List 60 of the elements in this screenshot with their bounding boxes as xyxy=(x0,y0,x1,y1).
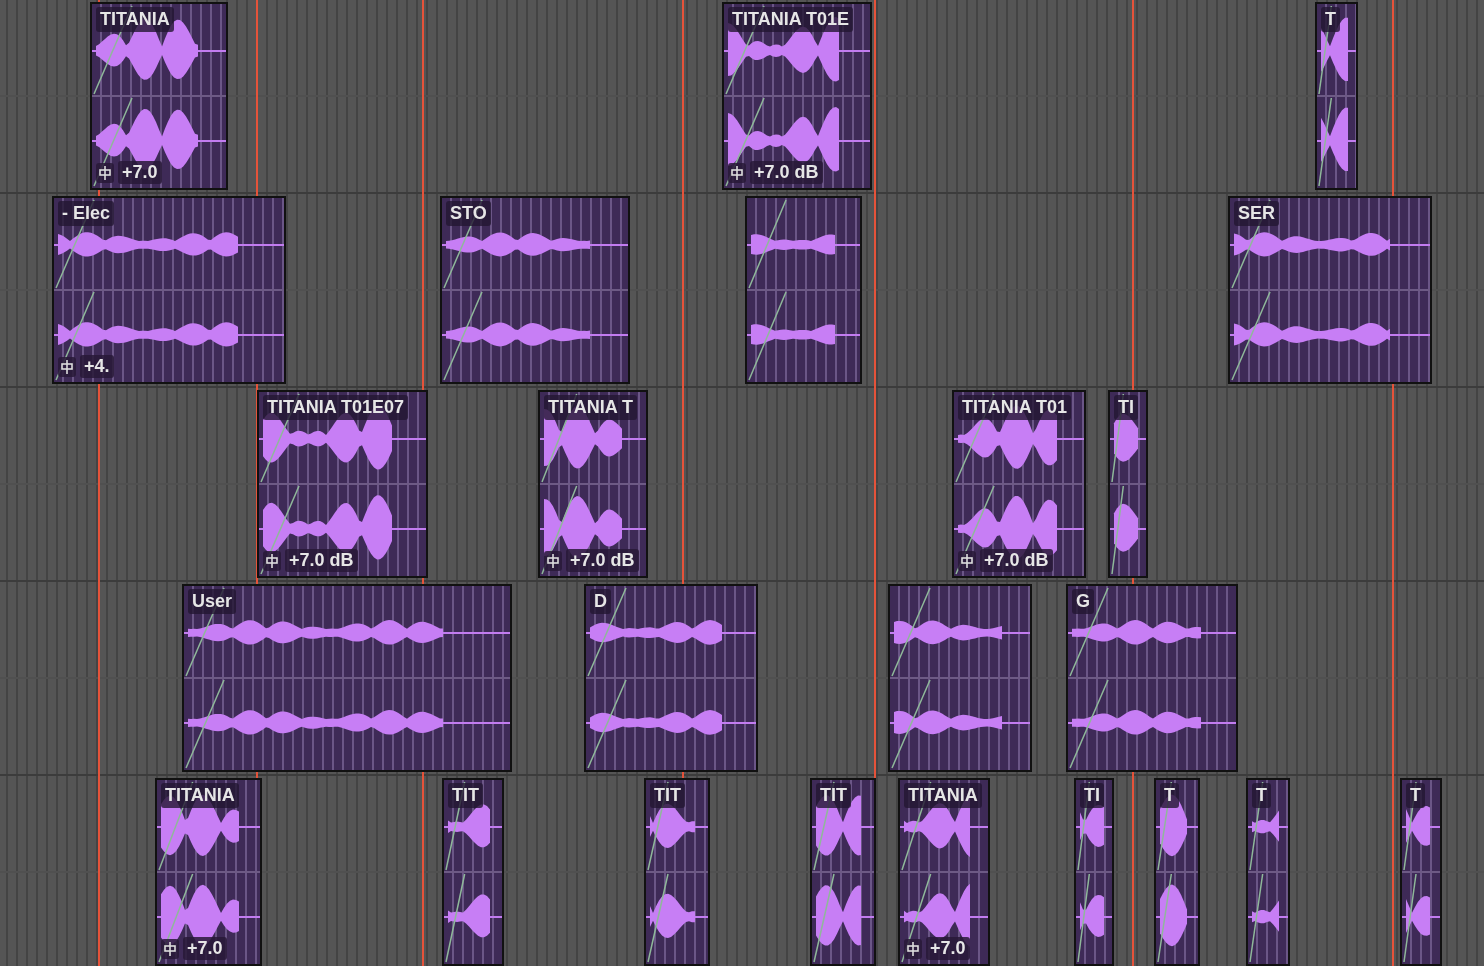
audio-clip[interactable]: T xyxy=(1154,778,1200,966)
audio-clip[interactable]: TITANIA +7.0 xyxy=(898,778,990,966)
audio-clip[interactable]: T xyxy=(1400,778,1442,966)
fader-icon xyxy=(263,550,281,571)
gain-label: +7.0 xyxy=(118,161,162,184)
clip-name: TITANIA xyxy=(904,783,982,808)
fader-icon xyxy=(161,938,179,959)
audio-clip[interactable]: TIT xyxy=(810,778,876,966)
fader-icon xyxy=(58,356,76,377)
gain-label: +7.0 dB xyxy=(566,549,639,572)
audio-clip[interactable]: User xyxy=(182,584,512,772)
clip-name: User xyxy=(188,589,237,614)
audio-clip[interactable]: SER xyxy=(1228,196,1432,384)
audio-clip[interactable]: T xyxy=(1246,778,1290,966)
clip-name: G xyxy=(1072,589,1094,614)
clip-name: TITANIA xyxy=(96,7,174,32)
audio-clip[interactable]: TIT xyxy=(644,778,710,966)
clip-name: T xyxy=(1252,783,1271,808)
fader-icon xyxy=(728,162,746,183)
audio-clip[interactable]: TITANIA +7.0 xyxy=(90,2,228,190)
audio-clip[interactable]: TITANIA T01E07 +7.0 dB xyxy=(257,390,428,578)
audio-clip[interactable]: TITANIA T01 +7.0 dB xyxy=(952,390,1086,578)
gain-label: +7.0 xyxy=(183,937,227,960)
clip-name: TITANIA T01 xyxy=(958,395,1071,420)
clip-name: TITANIA T01E xyxy=(728,7,853,32)
audio-clip[interactable]: TI xyxy=(1074,778,1114,966)
clip-name: TIT xyxy=(448,783,483,808)
clip-name: TITANIA T01E07 xyxy=(263,395,409,420)
clip-name: STO xyxy=(446,201,491,226)
clip-name: TITANIA T xyxy=(544,395,637,420)
fader-icon xyxy=(96,162,114,183)
fader-icon xyxy=(544,550,562,571)
audio-clip[interactable]: T xyxy=(1315,2,1358,190)
clip-name: T xyxy=(1406,783,1425,808)
clip-name: T xyxy=(1321,7,1340,32)
gain-label: +7.0 dB xyxy=(750,161,823,184)
fader-icon xyxy=(904,938,922,959)
audio-clip[interactable]: TITANIA T01E +7.0 dB xyxy=(722,2,872,190)
gain-label: +7.0 dB xyxy=(285,549,358,572)
clip-name: - Elec xyxy=(58,201,115,226)
audio-clip[interactable]: TITANIA T +7.0 dB xyxy=(538,390,648,578)
clip-name: TIT xyxy=(816,783,851,808)
audio-clip[interactable]: TI xyxy=(1108,390,1148,578)
clip-name: SER xyxy=(1234,201,1279,226)
fader-icon xyxy=(958,550,976,571)
audio-clip[interactable]: TIT xyxy=(442,778,504,966)
gain-label: +7.0 dB xyxy=(980,549,1053,572)
clip-name: D xyxy=(590,589,611,614)
audio-clip[interactable]: STO xyxy=(440,196,630,384)
clip-name: TI xyxy=(1080,783,1104,808)
audio-clip[interactable]: - Elec +4. xyxy=(52,196,286,384)
clip-name: TITANIA xyxy=(161,783,239,808)
clip-name: T xyxy=(1160,783,1179,808)
clip-name: TIT xyxy=(650,783,685,808)
audio-clip[interactable]: TITANIA +7.0 xyxy=(155,778,262,966)
audio-clip[interactable]: D xyxy=(584,584,758,772)
gain-label: +4. xyxy=(80,355,114,378)
audio-clip[interactable]: G xyxy=(1066,584,1238,772)
clip-name: TI xyxy=(1114,395,1138,420)
gain-label: +7.0 xyxy=(926,937,970,960)
